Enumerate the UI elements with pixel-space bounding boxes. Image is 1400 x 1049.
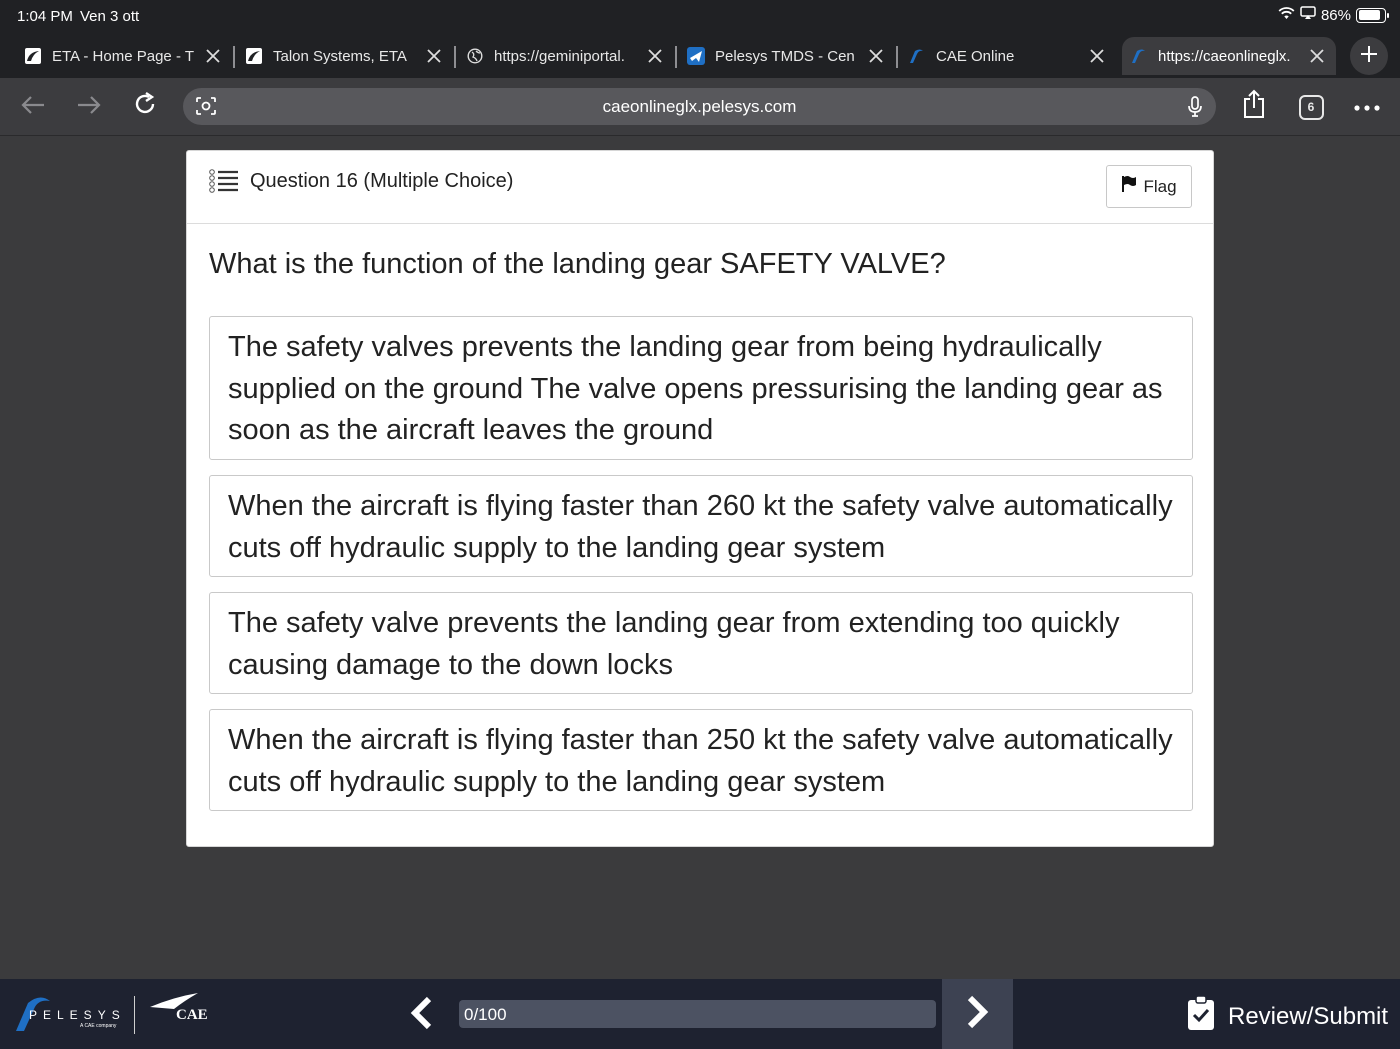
chevron-left-icon	[409, 996, 433, 1035]
share-button[interactable]	[1239, 89, 1269, 124]
tab-switcher-button[interactable]: 6	[1296, 92, 1326, 122]
battery-percent: 86%	[1320, 6, 1351, 24]
tab-label: https://caeonlineglx.	[1158, 47, 1291, 65]
tab-bar: ETA - Home Page - T Talon Systems, ETA h…	[0, 34, 1400, 78]
exam-footer: PELESYS A CAE company CAE 0/100 Review/S…	[0, 979, 1400, 1049]
reload-button[interactable]	[130, 91, 160, 121]
tab-separator	[454, 46, 456, 68]
question-text: What is the function of the landing gear…	[209, 248, 946, 280]
answer-option-3[interactable]: The safety valve prevents the landing ge…	[209, 592, 1193, 694]
close-icon[interactable]	[1306, 45, 1328, 67]
forward-button[interactable]	[74, 93, 104, 121]
pelesys-logo-icon	[908, 47, 926, 65]
flag-icon	[1121, 175, 1137, 198]
answer-option-2[interactable]: When the aircraft is flying faster than …	[209, 475, 1193, 577]
close-icon[interactable]	[423, 45, 445, 67]
reload-icon	[132, 91, 158, 122]
progress-label: 0/100	[464, 1005, 507, 1024]
battery-icon	[1356, 7, 1389, 23]
close-icon[interactable]	[1086, 45, 1108, 67]
status-time: 1:04 PM	[17, 8, 73, 25]
globe-icon	[466, 47, 484, 65]
tab-label: Talon Systems, ETA	[273, 47, 407, 65]
cae-wordmark: CAE	[176, 1007, 208, 1023]
arrow-right-icon	[76, 94, 102, 121]
tab-label: CAE Online	[936, 47, 1015, 65]
close-icon[interactable]	[865, 45, 887, 67]
tab-caeonlineglx[interactable]: https://caeonlineglx.	[1122, 37, 1336, 75]
chevron-right-icon	[966, 995, 990, 1034]
tab-eta-home[interactable]: ETA - Home Page - T	[24, 37, 224, 75]
browser-toolbar: caeonlineglx.pelesys.com 6	[0, 78, 1400, 136]
more-menu-button[interactable]	[1352, 92, 1382, 122]
tab-pelesys-tmds[interactable]: Pelesys TMDS - Cen	[687, 37, 887, 75]
plane-icon	[687, 47, 705, 65]
close-icon[interactable]	[644, 45, 666, 67]
screen-mirroring-icon	[1300, 6, 1316, 24]
status-right: 86%	[1278, 6, 1389, 24]
tab-talon-systems[interactable]: Talon Systems, ETA	[245, 37, 445, 75]
more-dots-icon	[1354, 98, 1380, 116]
tab-separator	[896, 46, 898, 68]
pelesys-logo-icon	[1130, 47, 1148, 65]
new-tab-button[interactable]	[1350, 37, 1388, 75]
status-date: Ven 3 ott	[80, 8, 140, 25]
arrow-left-icon	[20, 94, 46, 121]
eta-logo-icon	[24, 47, 42, 65]
next-question-button[interactable]	[942, 979, 1013, 1049]
question-card: Question 16 (Multiple Choice) Flag What …	[186, 150, 1214, 847]
review-submit-button[interactable]: Review/Submit	[1186, 995, 1388, 1038]
microphone-icon[interactable]	[1185, 95, 1205, 119]
answer-option-4[interactable]: When the aircraft is flying faster than …	[209, 709, 1193, 811]
url-text: caeonlineglx.pelesys.com	[602, 97, 797, 116]
tab-count: 6	[1298, 94, 1324, 120]
question-header: Question 16 (Multiple Choice) Flag	[187, 151, 1213, 224]
tab-cae-online[interactable]: CAE Online	[908, 37, 1108, 75]
close-icon[interactable]	[202, 45, 224, 67]
tab-geminiportal[interactable]: https://geminiportal.	[466, 37, 666, 75]
plus-icon	[1360, 45, 1378, 68]
tab-separator	[675, 46, 677, 68]
eta-logo-icon	[245, 47, 263, 65]
question-title: Question 16 (Multiple Choice)	[250, 170, 514, 192]
tab-label: ETA - Home Page - T	[52, 47, 194, 65]
clipboard-check-icon	[1186, 995, 1216, 1038]
wifi-icon	[1278, 6, 1295, 24]
status-bar: 1:04 PM Ven 3 ott 86%	[0, 0, 1400, 34]
exam-progress-bar: 0/100	[459, 1000, 936, 1028]
tab-separator	[233, 46, 235, 68]
address-bar[interactable]: caeonlineglx.pelesys.com	[183, 88, 1216, 125]
share-icon	[1242, 89, 1266, 124]
flag-label: Flag	[1143, 176, 1177, 196]
back-button[interactable]	[18, 93, 48, 121]
question-list-icon	[208, 168, 240, 201]
tab-label: https://geminiportal.	[494, 47, 625, 65]
tab-label: Pelesys TMDS - Cen	[715, 47, 855, 65]
logo-divider	[134, 996, 135, 1034]
flag-button[interactable]: Flag	[1106, 165, 1192, 208]
pelesys-tagline: A CAE company	[80, 1023, 117, 1029]
answer-option-1[interactable]: The safety valves prevents the landing g…	[209, 316, 1193, 460]
previous-question-button[interactable]	[400, 995, 442, 1035]
pelesys-wordmark: PELESYS	[29, 1008, 126, 1022]
review-submit-label: Review/Submit	[1228, 1002, 1389, 1030]
